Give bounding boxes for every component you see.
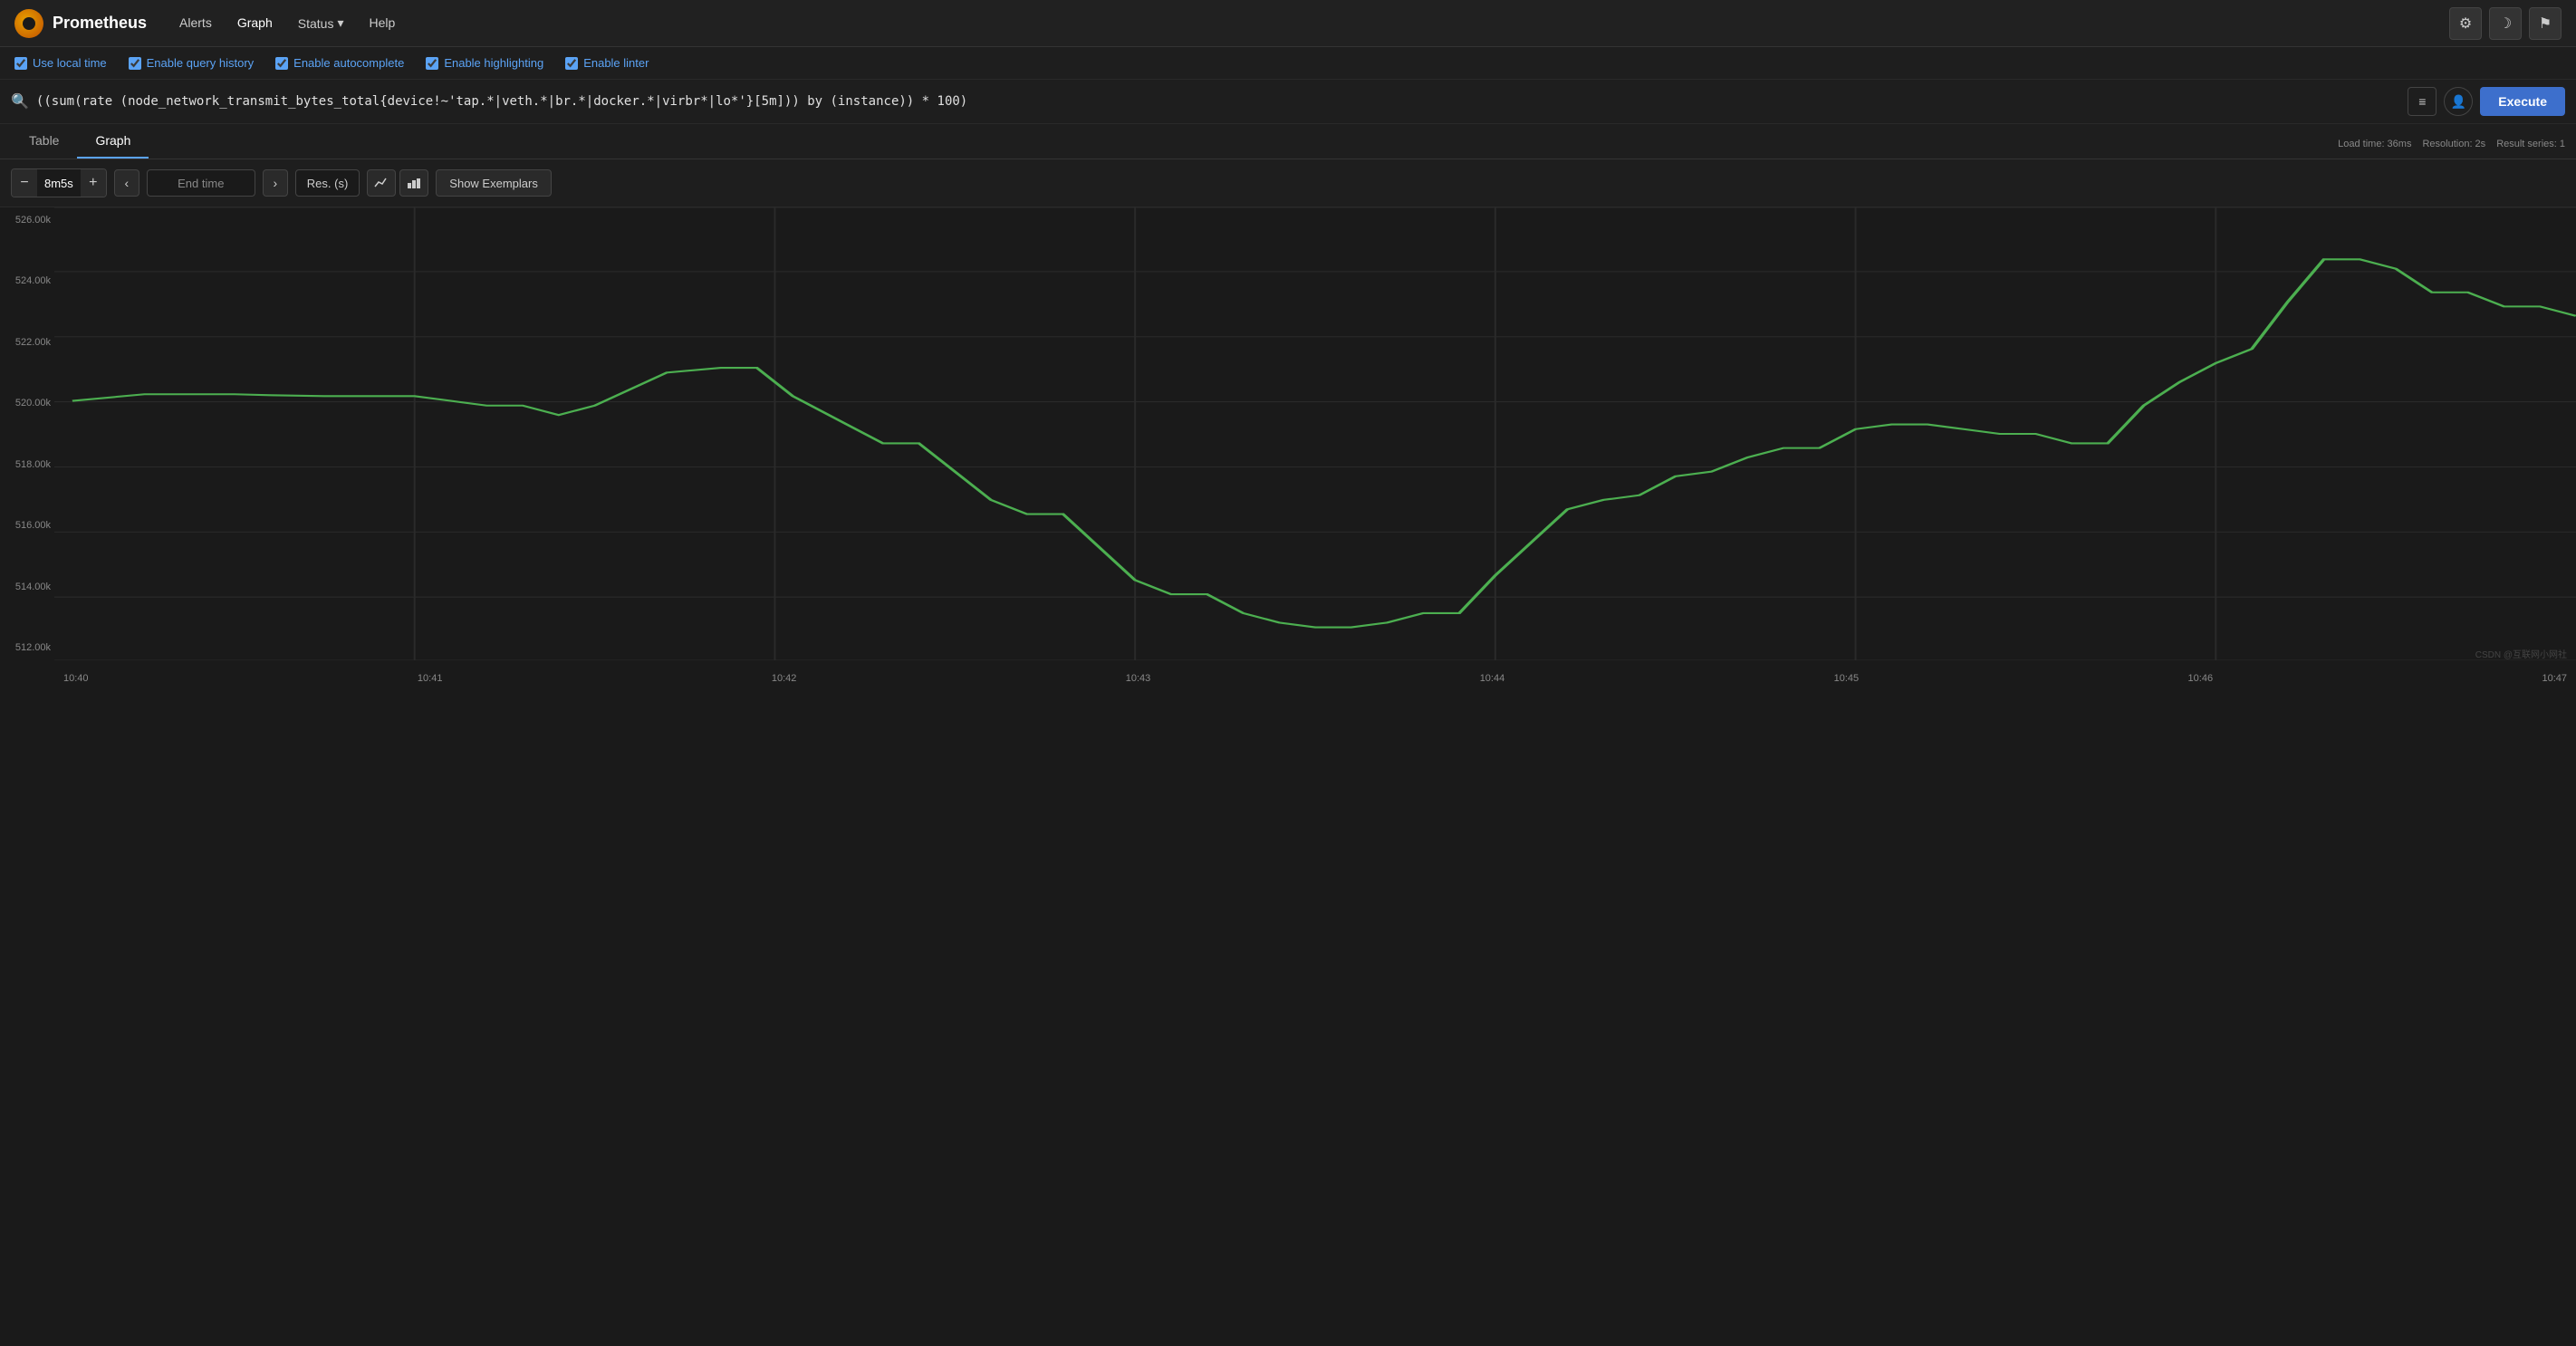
linter-input[interactable] [565, 57, 578, 70]
load-time: Load time: 36ms [2338, 139, 2411, 149]
line-chart-button[interactable] [367, 169, 396, 197]
chart-area: 526.00k 524.00k 522.00k 520.00k 518.00k … [0, 207, 2576, 687]
search-icon: 🔍 [11, 92, 29, 111]
chevron-down-icon: ▾ [337, 15, 343, 31]
header: Prometheus Alerts Graph Status ▾ Help ⚙ … [0, 0, 2576, 47]
tab-bar: Table Graph Load time: 36ms Resolution: … [0, 124, 2576, 159]
execute-button[interactable]: Execute [2480, 87, 2565, 116]
nav-help[interactable]: Help [358, 10, 406, 36]
x-axis-labels: 10:40 10:41 10:42 10:43 10:44 10:45 10:4… [54, 673, 2576, 684]
user-icon-button[interactable]: 👤 [2444, 87, 2473, 116]
x-label-5: 10:45 [1834, 673, 1860, 684]
y-label-6: 514.00k [4, 582, 51, 592]
y-label-0: 526.00k [4, 215, 51, 226]
prev-time-button[interactable]: ‹ [114, 169, 139, 197]
logo-icon [14, 9, 43, 38]
local-time-input[interactable] [14, 57, 27, 70]
end-time-button[interactable]: End time [147, 169, 255, 197]
checkbox-linter[interactable]: Enable linter [565, 56, 649, 70]
stacked-chart-button[interactable] [399, 169, 428, 197]
graph-controls: − 8m5s + ‹ End time › Res. (s) Show Exem… [0, 159, 2576, 207]
x-label-6: 10:46 [2188, 673, 2214, 684]
checkbox-highlighting[interactable]: Enable highlighting [426, 56, 543, 70]
range-stepper: − 8m5s + [11, 168, 107, 197]
y-label-1: 524.00k [4, 275, 51, 286]
resolution-button[interactable]: Res. (s) [295, 169, 360, 197]
checkbox-autocomplete[interactable]: Enable autocomplete [275, 56, 404, 70]
nav-graph[interactable]: Graph [226, 10, 284, 36]
metrics-list-button[interactable]: ≡ [2408, 87, 2437, 116]
x-label-0: 10:40 [63, 673, 89, 684]
checkbox-query-history[interactable]: Enable query history [129, 56, 255, 70]
app-title: Prometheus [53, 14, 147, 33]
watermark: CSDN @互联网小网社 [2475, 647, 2567, 660]
tabs: Table Graph [11, 124, 149, 159]
resolution: Resolution: 2s [2422, 139, 2485, 149]
y-label-5: 516.00k [4, 520, 51, 531]
theme-toggle-icon[interactable]: ☽ [2489, 7, 2522, 40]
show-exemplars-button[interactable]: Show Exemplars [436, 169, 552, 197]
checkboxes-bar: Use local time Enable query history Enab… [0, 47, 2576, 80]
search-actions: ≡ 👤 Execute [2408, 87, 2565, 116]
nav-alerts[interactable]: Alerts [168, 10, 223, 36]
logo: Prometheus [14, 9, 147, 38]
highlighting-input[interactable] [426, 57, 438, 70]
result-series: Result series: 1 [2496, 139, 2565, 149]
x-label-4: 10:44 [1480, 673, 1505, 684]
flag-icon[interactable]: ⚑ [2529, 7, 2562, 40]
chart-type-group [367, 169, 428, 197]
range-increase-button[interactable]: + [81, 169, 106, 197]
next-time-button[interactable]: › [263, 169, 288, 197]
x-label-2: 10:42 [772, 673, 797, 684]
y-label-2: 522.00k [4, 337, 51, 348]
settings-icon[interactable]: ⚙ [2449, 7, 2482, 40]
tab-table[interactable]: Table [11, 124, 77, 159]
autocomplete-input[interactable] [275, 57, 288, 70]
range-value: 8m5s [37, 169, 81, 197]
tab-meta: Load time: 36ms Resolution: 2s Result se… [2338, 139, 2565, 159]
query-history-input[interactable] [129, 57, 141, 70]
range-decrease-button[interactable]: − [12, 169, 37, 197]
y-label-4: 518.00k [4, 459, 51, 470]
nav-status[interactable]: Status ▾ [287, 10, 355, 36]
y-label-3: 520.00k [4, 398, 51, 409]
search-bar: 🔍 ≡ 👤 Execute [0, 80, 2576, 124]
chart-canvas [54, 207, 2576, 660]
chart-line [72, 259, 2576, 627]
chart-svg [54, 207, 2576, 660]
x-label-1: 10:41 [418, 673, 443, 684]
tab-graph[interactable]: Graph [77, 124, 149, 159]
query-input[interactable] [36, 94, 2400, 109]
checkbox-local-time[interactable]: Use local time [14, 56, 107, 70]
x-label-3: 10:43 [1126, 673, 1151, 684]
y-label-7: 512.00k [4, 642, 51, 653]
x-label-7: 10:47 [2542, 673, 2567, 684]
main-nav: Alerts Graph Status ▾ Help [168, 10, 406, 36]
y-axis-labels: 526.00k 524.00k 522.00k 520.00k 518.00k … [0, 207, 54, 660]
header-actions: ⚙ ☽ ⚑ [2449, 7, 2562, 40]
